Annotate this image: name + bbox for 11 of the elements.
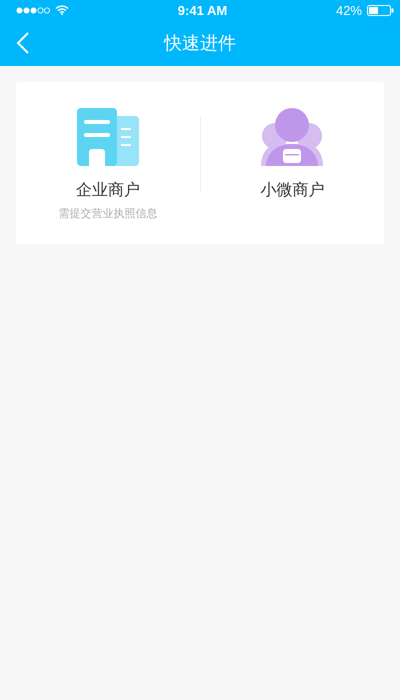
- option-title[interactable]: 企业商户: [76, 180, 140, 201]
- page-title: 快速进件: [164, 32, 236, 55]
- person-icon: [261, 108, 324, 166]
- signal-icon: [16, 6, 50, 14]
- option-subtitle: 需提交营业执照信息: [58, 206, 158, 221]
- battery-icon: [367, 4, 394, 16]
- option-title[interactable]: 小微商户: [260, 180, 324, 201]
- status-time: 9:41 AM: [178, 2, 228, 18]
- battery-percent: 42%: [336, 2, 362, 18]
- wifi-icon: [55, 5, 69, 15]
- building-icon: [76, 108, 139, 166]
